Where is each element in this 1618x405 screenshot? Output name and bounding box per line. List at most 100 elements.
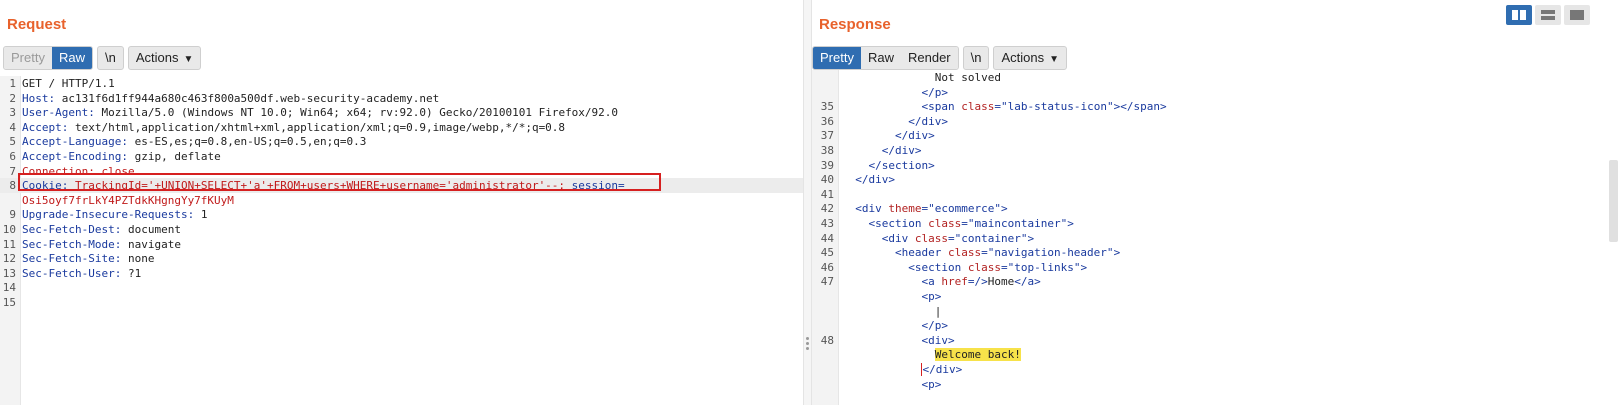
line-code: <div> [842,333,955,348]
request-line: 5 Accept-Language: es-ES,es;q=0.8,en-US;q… [0,134,803,149]
line-code: Sec-Fetch-Site: none [22,251,154,266]
response-view-toggle: Pretty Raw Render [812,46,959,70]
code-token: "maincontainer" [967,217,1068,230]
code-token: <div [921,333,948,347]
code-token: "top-links" [1007,260,1081,274]
request-newline-toggle[interactable]: \n [96,46,124,70]
response-actions-button[interactable]: Actions ▼ [993,46,1068,70]
response-scrollbar[interactable] [1609,160,1618,242]
code-token: theme [888,202,922,216]
header-value: es-ES,es;q=0.8,en-US;q=0.5,en;q=0.3 [134,135,367,149]
request-line: 4 Accept: text/html,application/xhtml+xml… [0,120,803,135]
line-number: 35 [820,100,834,114]
code-token: > [955,363,963,376]
line-number: 39 [820,158,834,172]
request-actions-label: Actions [135,50,179,65]
split-vertical-icon[interactable] [1535,5,1561,25]
code-token: <div [855,202,882,216]
header-name: Sec-Fetch-Site: [22,252,128,266]
response-title: Response [819,16,891,33]
request-line: 10 Sec-Fetch-Dest: document [0,222,803,237]
response-newline-toggle[interactable]: \n [962,46,990,70]
code-token: > [1027,231,1035,245]
code-token: "lab-status-icon" [1000,100,1114,114]
response-line: 39 </section> [812,158,1618,173]
line-code: </div> [842,114,948,129]
code-token: = [981,246,988,260]
request-line: 14 [0,280,803,295]
code-token: class [914,231,948,245]
response-line: | [812,304,1618,319]
split-horizontal-icon[interactable] [1506,5,1532,25]
pane-divider[interactable] [803,0,812,405]
request-raw-tab[interactable]: Raw [51,47,92,69]
request-line: 9 Upgrade-Insecure-Requests: 1 [0,207,803,222]
response-pane: Response Pretty Raw Render \n Actions ▼ N… [812,0,1618,405]
code-token: > [941,114,948,128]
chevron-down-icon: ▼ [183,54,194,65]
code-token: > [947,333,955,347]
request-editor[interactable]: 1 GET / HTTP/1.1 2 Host: ac131f6d1ff944a680… [0,76,803,405]
code-token: > [928,158,935,172]
response-line: </p> [812,85,1618,100]
code-token: <span [921,100,955,114]
response-line: 38 </div> [812,143,1618,158]
line-number: 37 [820,129,834,143]
header-name: Accept-Language: [22,135,135,149]
line-code: Sec-Fetch-Mode: navigate [22,237,181,252]
code-token: <section [908,260,962,274]
header-name: Sec-Fetch-Mode: [22,237,128,251]
line-code: </div> [842,128,935,143]
response-actions-label: Actions [1001,50,1045,65]
line-number: 7 [9,164,16,178]
response-line: 35 <span class="lab-status-icon"></span> [812,99,1618,114]
line-number: 2 [9,91,16,105]
divider-grip-dot [806,342,809,345]
tabs-layout-icon[interactable] [1564,5,1590,25]
request-actions-button[interactable]: Actions ▼ [127,46,202,70]
line-code: Osi5oyf7frLkY4PZTdkKHgngYy7fKUyM [22,193,234,208]
line-number: 46 [820,260,834,274]
line-code: Welcome back! [842,347,1021,362]
response-line: 45 <header class="navigation-header"> [812,245,1618,260]
header-value: text/html,application/xhtml+xml,applicat… [74,120,566,134]
line-number: 1 [9,77,16,90]
header-name: Host: [22,91,62,105]
code-token: <div [881,231,909,245]
line-number: 44 [820,231,834,245]
response-line: 46 <section class="top-links"> [812,260,1618,275]
request-pretty-tab[interactable]: Pretty [4,47,52,69]
code-token: > [1080,260,1088,274]
line-code: Host: ac131f6d1ff944a680c463f800a500df.w… [22,91,439,106]
response-raw-tab[interactable]: Raw [860,47,901,69]
line-code: | [842,304,942,319]
request-pane: Request Pretty Raw \n Actions ▼ 1 GET / HT… [0,0,803,405]
response-pretty-tab[interactable]: Pretty [813,47,861,69]
code-token: | [842,304,942,318]
request-line: Osi5oyf7frLkY4PZTdkKHgngYy7fKUyM [0,193,803,208]
request-line: 11 Sec-Fetch-Mode: navigate [0,237,803,252]
code-token: "ecommerce" [928,202,1001,216]
line-number: 11 [2,237,16,251]
response-render-tab[interactable]: Render [900,47,958,69]
request-line: 15 [0,295,803,310]
response-editor[interactable]: Not solved </p> 35 <span class="lab-statu… [812,70,1618,405]
code-token: </p [921,85,942,99]
line-number: 13 [2,266,16,280]
request-line: 1 GET / HTTP/1.1 [0,76,803,91]
line-code: <div class="container"> [842,231,1034,246]
response-line: </div> [812,362,1618,377]
line-number: 15 [2,296,16,309]
line-code: <header class="navigation-header"> [842,245,1120,260]
code-token: <section [868,217,922,230]
line-code: Accept-Language: es-ES,es;q=0.8,en-US;q=… [22,134,366,149]
